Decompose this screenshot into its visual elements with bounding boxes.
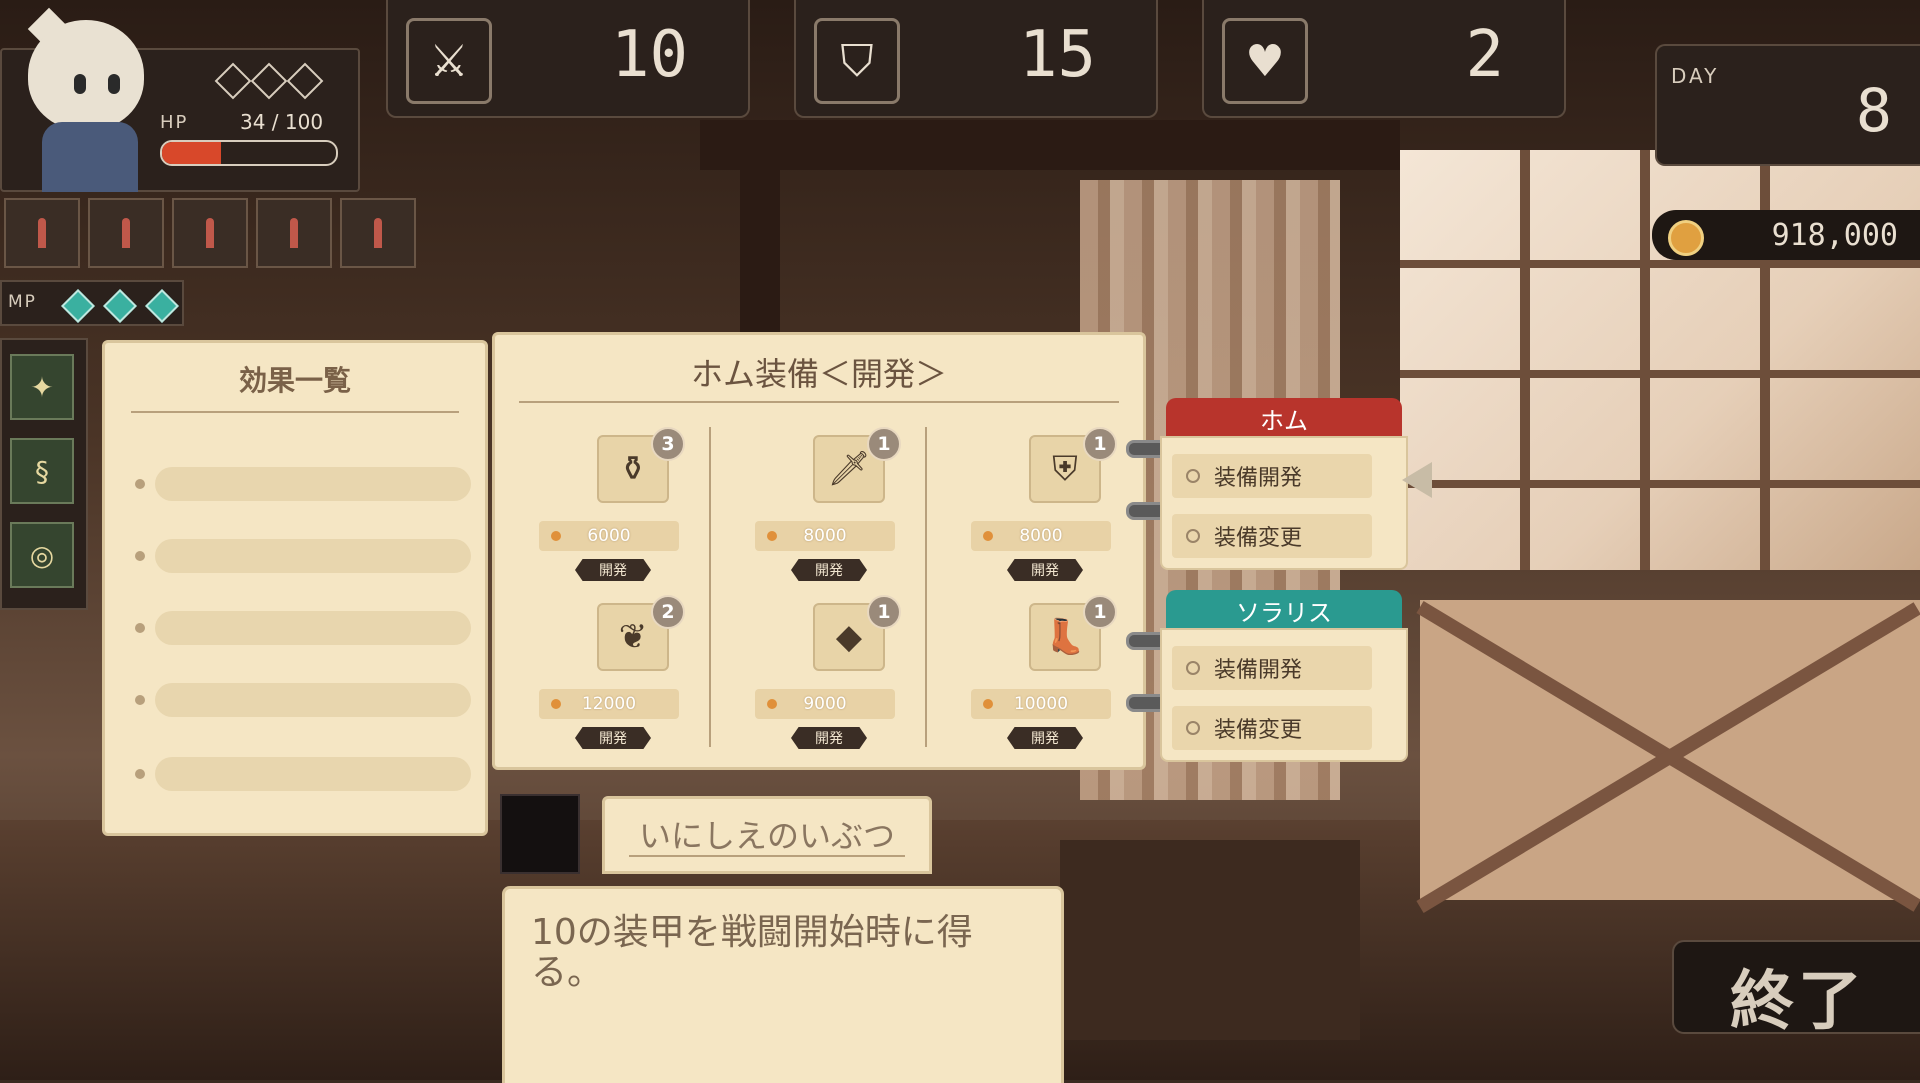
candle-icon (374, 218, 382, 248)
equipment-item[interactable]: ❦ 2 12000 開発 (537, 595, 717, 765)
item-slot[interactable] (4, 198, 80, 268)
mp-gem-icon (103, 289, 137, 323)
develop-button[interactable]: 開発 (575, 727, 651, 749)
effect-slot (155, 611, 471, 645)
item-name: いにしえのいぶつ (638, 817, 895, 855)
item-count-badge: 1 (867, 595, 901, 629)
heart-icon: ♥ (1222, 18, 1308, 104)
item-count-badge: 2 (651, 595, 685, 629)
effect-slot (155, 539, 471, 573)
item-price: 8000 (971, 521, 1111, 551)
develop-equipment-button[interactable]: 装備開発 (1172, 454, 1372, 498)
candle-icon (38, 218, 46, 248)
dev-panel-title: ホム装備＜開発＞ (690, 355, 947, 393)
effect-slot (155, 757, 471, 791)
item-slots (4, 198, 416, 268)
day-label: DAY (1671, 64, 1720, 88)
item-count-badge: 1 (1083, 595, 1117, 629)
heart-value: 2 (1465, 18, 1504, 92)
effect-slot (155, 683, 471, 717)
gold-display: 918,000 (1652, 210, 1920, 260)
item-price: 10000 (971, 689, 1111, 719)
develop-button[interactable]: 開発 (1007, 559, 1083, 581)
item-slot[interactable] (256, 198, 332, 268)
develop-button[interactable]: 開発 (791, 727, 867, 749)
item-price: 12000 (539, 689, 679, 719)
end-button-label: 終了 (1730, 965, 1866, 1039)
coin-icon (1668, 220, 1704, 256)
develop-equipment-button[interactable]: 装備開発 (1172, 646, 1372, 690)
item-count-badge: 3 (651, 427, 685, 461)
attack-stat: ⚔ 10 (386, 0, 750, 118)
item-price: 8000 (755, 521, 895, 551)
skill-column: ✦ § ◎ (0, 338, 88, 610)
circle-icon (1186, 721, 1200, 735)
defense-stat: ⛉ 15 (794, 0, 1158, 118)
sword-icon: ⚔ (406, 18, 492, 104)
skill-serpent-icon[interactable]: § (10, 438, 74, 504)
mp-gem-icon (61, 289, 95, 323)
item-name-box: いにしえのいぶつ (602, 796, 932, 874)
tab-solaris[interactable]: ソラリス (1166, 590, 1402, 630)
hp-value: 34 / 100 (240, 110, 324, 134)
develop-button[interactable]: 開発 (1007, 727, 1083, 749)
mp-gem-icon (145, 289, 179, 323)
candle-icon (290, 218, 298, 248)
develop-button[interactable]: 開発 (575, 559, 651, 581)
tab-hom[interactable]: ホム (1166, 398, 1402, 438)
item-slot[interactable] (88, 198, 164, 268)
effects-title: 効果一覧 (238, 364, 351, 397)
skill-wand-icon[interactable]: ✦ (10, 354, 74, 420)
hp-bar (160, 140, 338, 166)
equipment-item[interactable]: 👢 1 10000 開発 (969, 595, 1149, 765)
candle-icon (206, 218, 214, 248)
item-price: 9000 (755, 689, 895, 719)
day-value: 8 (1855, 76, 1892, 146)
circle-icon (1186, 469, 1200, 483)
heart-stat: ♥ 2 (1202, 0, 1566, 118)
change-equipment-button[interactable]: 装備変更 (1172, 706, 1372, 750)
change-equipment-button[interactable]: 装備変更 (1172, 514, 1372, 558)
hp-label: HP (160, 112, 189, 133)
develop-button[interactable]: 開発 (791, 559, 867, 581)
skill-ring-icon[interactable]: ◎ (10, 522, 74, 588)
day-counter: DAY 8 (1655, 44, 1920, 166)
equipment-item[interactable]: ◆ 1 9000 開発 (753, 595, 933, 765)
shield-icon: ⛉ (814, 18, 900, 104)
item-description: 10の装甲を戦闘開始時に得る。 (531, 912, 973, 993)
item-price: 6000 (539, 521, 679, 551)
effect-slot (155, 467, 471, 501)
diamond-icon (250, 62, 288, 100)
circle-icon (1186, 529, 1200, 543)
candle-icon (122, 218, 130, 248)
item-slot[interactable] (172, 198, 248, 268)
item-preview-box (500, 794, 580, 874)
diamond-icon (286, 62, 324, 100)
defense-value: 15 (1018, 18, 1096, 92)
armor-diamonds (214, 62, 324, 100)
gold-value: 918,000 (1771, 218, 1898, 253)
equipment-dev-panel: ホム装備＜開発＞ ⚱ 3 6000 開発 🗡 1 8000 開発 ⛨ 1 800… (492, 332, 1146, 770)
diamond-icon (214, 62, 252, 100)
item-description-box: 10の装甲を戦闘開始時に得る。 (502, 886, 1064, 1083)
item-count-badge: 1 (867, 427, 901, 461)
end-button[interactable]: 終了 (1672, 940, 1920, 1039)
circle-icon (1186, 661, 1200, 675)
mp-label: MP (8, 292, 37, 312)
equipment-item[interactable]: ⛨ 1 8000 開発 (969, 427, 1149, 597)
hp-bar-fill (162, 142, 222, 164)
equipment-item[interactable]: ⚱ 3 6000 開発 (537, 427, 717, 597)
effects-panel: 効果一覧 (102, 340, 488, 836)
mp-bar: MP (0, 280, 184, 326)
attack-value: 10 (610, 18, 688, 92)
item-count-badge: 1 (1083, 427, 1117, 461)
equipment-item[interactable]: 🗡 1 8000 開発 (753, 427, 933, 597)
item-slot[interactable] (340, 198, 416, 268)
player-avatar (22, 7, 152, 192)
